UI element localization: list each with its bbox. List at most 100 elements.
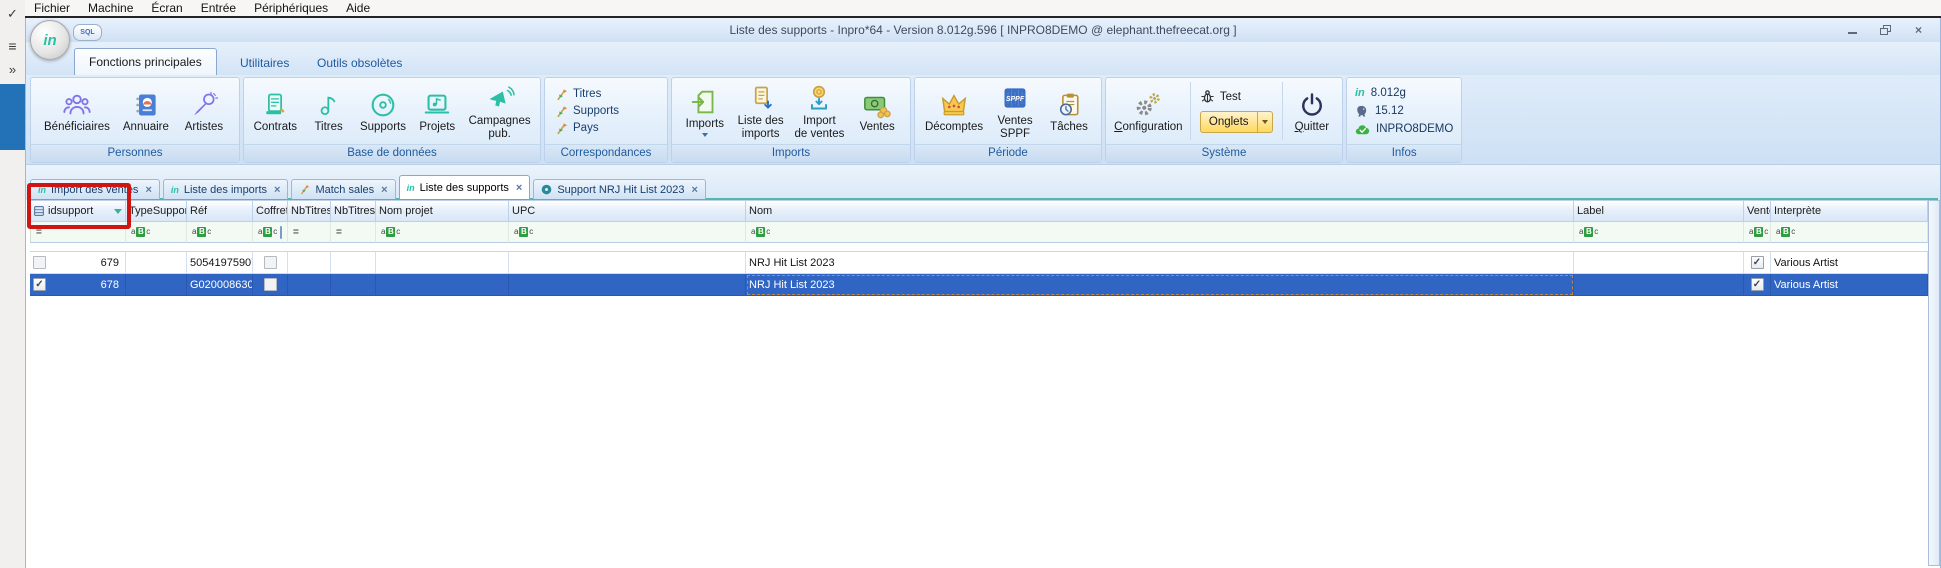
beneficiaires-button[interactable]: Bénéficiaires (40, 87, 114, 135)
decomptes-button[interactable]: Décomptes (921, 87, 987, 135)
vente-checkbox[interactable]: ✓ (1751, 278, 1764, 291)
tab-outils-obsoletes[interactable]: Outils obsolètes (303, 51, 416, 75)
text-filter-icon[interactable]: aBc (1776, 227, 1795, 237)
sql-console-button[interactable]: SQL (73, 24, 102, 41)
campagnes-pub-button[interactable]: Campagnes pub. (465, 81, 535, 142)
liste-des-imports-button[interactable]: Liste des imports (734, 81, 788, 142)
column-header-ref[interactable]: Réf (187, 200, 253, 222)
configuration-button[interactable]: Configuration (1110, 87, 1186, 135)
table-row[interactable]: ✓ 679 5054197590702 ✓ NRJ Hit List 2023 … (30, 252, 1928, 274)
column-header-coffret[interactable]: Coffret (253, 200, 288, 222)
correspondance-titres-button[interactable]: Titres (555, 88, 619, 101)
row-checkbox[interactable]: ✓ (33, 256, 46, 269)
cell-vente[interactable]: ✓ (1744, 274, 1771, 296)
column-header-nbtitres[interactable]: NbTitres (288, 200, 331, 222)
close-icon[interactable]: × (381, 184, 387, 196)
vertical-scrollbar[interactable] (1928, 200, 1940, 566)
titres-button[interactable]: Titres (303, 87, 355, 135)
minimize-button[interactable] (1839, 21, 1866, 38)
correspondance-pays-button[interactable]: Pays (555, 122, 619, 135)
menu-machine[interactable]: Machine (79, 0, 142, 16)
cell-idsupport[interactable]: ✓ 678 (30, 274, 126, 296)
check-icon[interactable]: ✓ (0, 6, 25, 22)
text-filter-icon[interactable]: aBc (131, 227, 150, 237)
equals-filter-icon[interactable]: = (336, 227, 342, 238)
quitter-button[interactable]: Quitter (1286, 87, 1338, 135)
tab-fonctions-principales[interactable]: Fonctions principales (74, 48, 217, 75)
supports-button[interactable]: Supports (356, 87, 410, 135)
cell-ref[interactable]: 5054197590702 (187, 252, 253, 274)
cell-upc[interactable] (509, 252, 746, 274)
dropdown-arrow-icon[interactable] (1257, 112, 1272, 132)
cell-typesupport[interactable] (126, 252, 187, 274)
correspondance-supports-button[interactable]: Supports (555, 105, 619, 118)
filter-nom[interactable]: aBc (746, 222, 1574, 243)
import-de-ventes-button[interactable]: Import de ventes (790, 81, 848, 142)
doc-tab-match-sales[interactable]: Match sales × (291, 179, 395, 199)
menu-peripheriques[interactable]: Périphériques (245, 0, 337, 16)
text-filter-icon[interactable]: aBc (751, 227, 770, 237)
text-filter-icon[interactable]: aBc (514, 227, 533, 237)
contrats-button[interactable]: Contrats (249, 87, 301, 135)
filter-typesupport[interactable]: aBc (126, 222, 187, 243)
coffret-checkbox[interactable]: ✓ (264, 278, 277, 291)
table-row-selected[interactable]: ✓ 678 G020008630378' ✓ NRJ Hit List 2023… (30, 274, 1928, 296)
close-icon[interactable]: × (145, 184, 151, 196)
column-header-nbtitresratt[interactable]: NbTitresRatt (331, 200, 376, 222)
menu-icon[interactable]: ≡ (0, 38, 25, 54)
filter-coffret[interactable]: aBc (253, 222, 288, 243)
cell-idsupport[interactable]: ✓ 679 (30, 252, 126, 274)
doc-tab-support-nrj-hit-list-2023[interactable]: Support NRJ Hit List 2023 × (533, 179, 706, 199)
cell-label[interactable] (1574, 252, 1744, 274)
column-header-nom-projet[interactable]: Nom projet (376, 200, 509, 222)
filter-ref[interactable]: aBc (187, 222, 253, 243)
filter-label[interactable]: aBc (1574, 222, 1744, 243)
filter-nbtitres[interactable]: = (288, 222, 331, 243)
ventes-button[interactable]: Ventes (851, 87, 903, 135)
ventes-sppf-button[interactable]: SPPF Ventes SPPF (989, 81, 1041, 142)
text-filter-icon[interactable]: aBc (1579, 227, 1598, 237)
doc-tab-liste-des-imports[interactable]: in Liste des imports × (163, 179, 289, 199)
cell-coffret[interactable]: ✓ (253, 274, 288, 296)
cell-nom-projet[interactable] (376, 252, 509, 274)
cell-nbtitres[interactable] (288, 252, 331, 274)
annuaire-button[interactable]: Annuaire (119, 87, 173, 135)
list-filter-icon[interactable] (280, 226, 282, 239)
imports-button[interactable]: Imports (679, 84, 731, 138)
doc-tab-liste-des-supports[interactable]: in Liste des supports × (399, 175, 531, 199)
cell-interprete[interactable]: Various Artist (1771, 252, 1928, 274)
cell-nbtitres[interactable] (288, 274, 331, 296)
filter-vente[interactable]: aBc (1744, 222, 1771, 243)
chevrons-icon[interactable]: » (0, 62, 25, 77)
cell-vente[interactable]: ✓ (1744, 252, 1771, 274)
menu-ecran[interactable]: Écran (142, 0, 191, 16)
cell-nbtitresratt[interactable] (331, 274, 376, 296)
cell-nom-projet[interactable] (376, 274, 509, 296)
cell-upc[interactable] (509, 274, 746, 296)
equals-filter-icon[interactable]: = (293, 227, 299, 238)
text-filter-icon[interactable]: aBc (381, 227, 400, 237)
cell-label[interactable] (1574, 274, 1744, 296)
column-header-interprete[interactable]: Interprète (1771, 200, 1928, 222)
column-header-typesupport[interactable]: TypeSupport (126, 200, 187, 222)
close-icon[interactable]: × (274, 184, 280, 196)
menu-entree[interactable]: Entrée (192, 0, 245, 16)
column-header-label[interactable]: Label (1574, 200, 1744, 222)
tab-utilitaires[interactable]: Utilitaires (226, 51, 303, 75)
column-header-vente[interactable]: Vente (1744, 200, 1771, 222)
cell-nbtitresratt[interactable] (331, 252, 376, 274)
projets-button[interactable]: Projets (411, 87, 463, 135)
filter-interprete[interactable]: aBc (1771, 222, 1928, 243)
text-filter-icon[interactable]: aBc (258, 227, 277, 237)
filter-nbtitresratt[interactable]: = (331, 222, 376, 243)
title-bar[interactable]: Liste des supports - Inpro*64 - Version … (26, 18, 1940, 43)
cell-coffret[interactable]: ✓ (253, 252, 288, 274)
cell-interprete[interactable]: Various Artist (1771, 274, 1928, 296)
app-logo-button[interactable]: in (30, 20, 70, 60)
close-icon[interactable]: × (692, 184, 698, 196)
cell-ref[interactable]: G020008630378' (187, 274, 253, 296)
restore-button[interactable] (1872, 21, 1899, 38)
coffret-checkbox[interactable]: ✓ (264, 256, 277, 269)
cell-typesupport[interactable] (126, 274, 187, 296)
row-checkbox[interactable]: ✓ (33, 278, 46, 291)
